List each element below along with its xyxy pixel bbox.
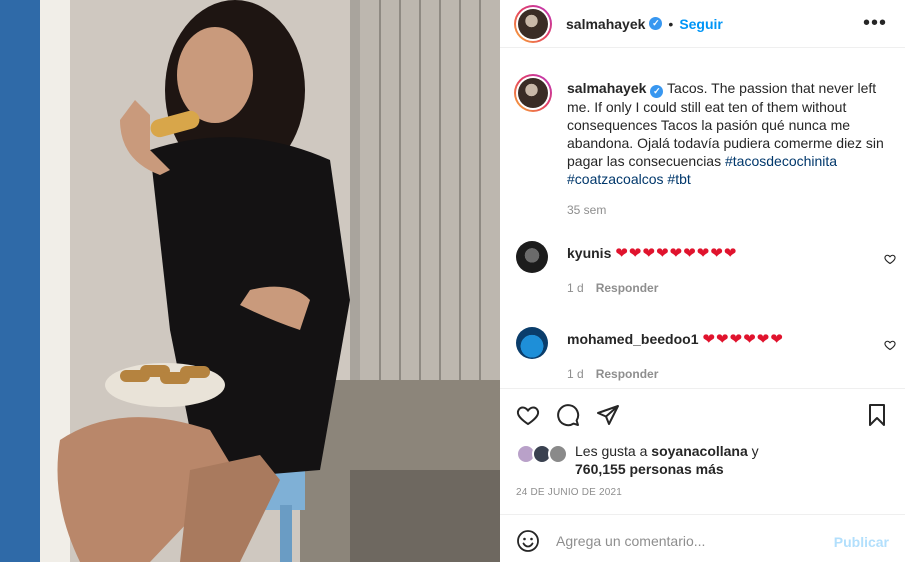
verified-badge-icon: ✓ <box>650 85 664 98</box>
caption-avatar-image <box>518 78 548 108</box>
post-side-panel: salmahayek ✓ • Seguir ••• salmahayek ✓ Ta… <box>500 0 905 562</box>
post-photo[interactable] <box>0 0 500 562</box>
heart-icon[interactable] <box>516 403 540 427</box>
comment-text: ❤❤❤❤❤❤ <box>702 331 784 348</box>
verified-badge-icon: ✓ <box>649 17 663 30</box>
commenter-line: kyunis ❤❤❤❤❤❤❤❤❤ <box>567 244 737 262</box>
likes-text: Les gusta a soyanacollana y 760,155 pers… <box>575 442 759 478</box>
caption-username[interactable]: salmahayek <box>567 80 646 96</box>
hashtag-link[interactable]: #tacosdecochinita <box>725 153 837 169</box>
caption-timestamp: 35 sem <box>567 203 607 217</box>
liker-username[interactable]: soyanacollana <box>651 443 748 459</box>
comment-age: 1 d <box>567 367 584 381</box>
comment-heart-icon[interactable] <box>884 339 896 351</box>
photo-woman-eating-tacos <box>0 0 500 562</box>
commenter-avatar[interactable] <box>516 327 548 359</box>
hashtag-link[interactable]: #coatzacoalcos <box>567 171 664 187</box>
paper-plane-icon[interactable] <box>596 403 620 427</box>
separator-dot: • <box>668 15 674 32</box>
post-actions <box>500 388 905 440</box>
commenter-line: mohamed_beedoo1 ❤❤❤❤❤❤ <box>567 330 784 348</box>
comment-meta: 1 d Responder <box>567 367 670 381</box>
reply-button[interactable]: Responder <box>596 281 659 295</box>
comment-input[interactable] <box>556 527 826 555</box>
author-username[interactable]: salmahayek <box>566 16 645 32</box>
caption-author-avatar[interactable] <box>514 74 552 112</box>
comment-age: 1 d <box>567 281 584 295</box>
author-avatar-image <box>518 8 548 39</box>
likes-count[interactable]: 760,155 personas más <box>575 461 724 477</box>
author-avatar[interactable] <box>514 4 552 43</box>
commenter-username[interactable]: mohamed_beedoo1 <box>567 331 698 347</box>
liker-avatars[interactable] <box>516 444 570 466</box>
hashtag-link[interactable]: #tbt <box>667 171 690 187</box>
comment-heart-icon[interactable] <box>884 253 896 265</box>
commenter-username[interactable]: kyunis <box>567 245 611 261</box>
comment-bubble-icon[interactable] <box>556 403 580 427</box>
follow-button[interactable]: Seguir <box>679 16 723 32</box>
post-caption: salmahayek ✓ Tacos. The passion that neve… <box>567 79 897 188</box>
likes-prefix: Les gusta a <box>575 443 648 459</box>
publish-button[interactable]: Publicar <box>834 534 889 550</box>
more-options-icon[interactable]: ••• <box>863 13 887 33</box>
reply-button[interactable]: Responder <box>596 367 659 381</box>
comment-composer: Publicar <box>500 514 905 562</box>
likes-conjunction: y <box>751 443 759 459</box>
comment-text: ❤❤❤❤❤❤❤❤❤ <box>615 245 738 262</box>
likes-summary: Les gusta a soyanacollana y 760,155 pers… <box>516 442 896 478</box>
post-date[interactable]: 24 DE JUNIO DE 2021 <box>516 487 622 498</box>
liker-avatar <box>548 444 568 464</box>
emoji-smile-icon[interactable] <box>516 529 540 553</box>
post-header: salmahayek ✓ • Seguir ••• <box>500 0 905 48</box>
bookmark-icon[interactable] <box>865 403 889 427</box>
comment-meta: 1 d Responder <box>567 281 670 295</box>
comments-section[interactable]: salmahayek ✓ Tacos. The passion that neve… <box>500 48 905 388</box>
commenter-avatar[interactable] <box>516 241 548 273</box>
